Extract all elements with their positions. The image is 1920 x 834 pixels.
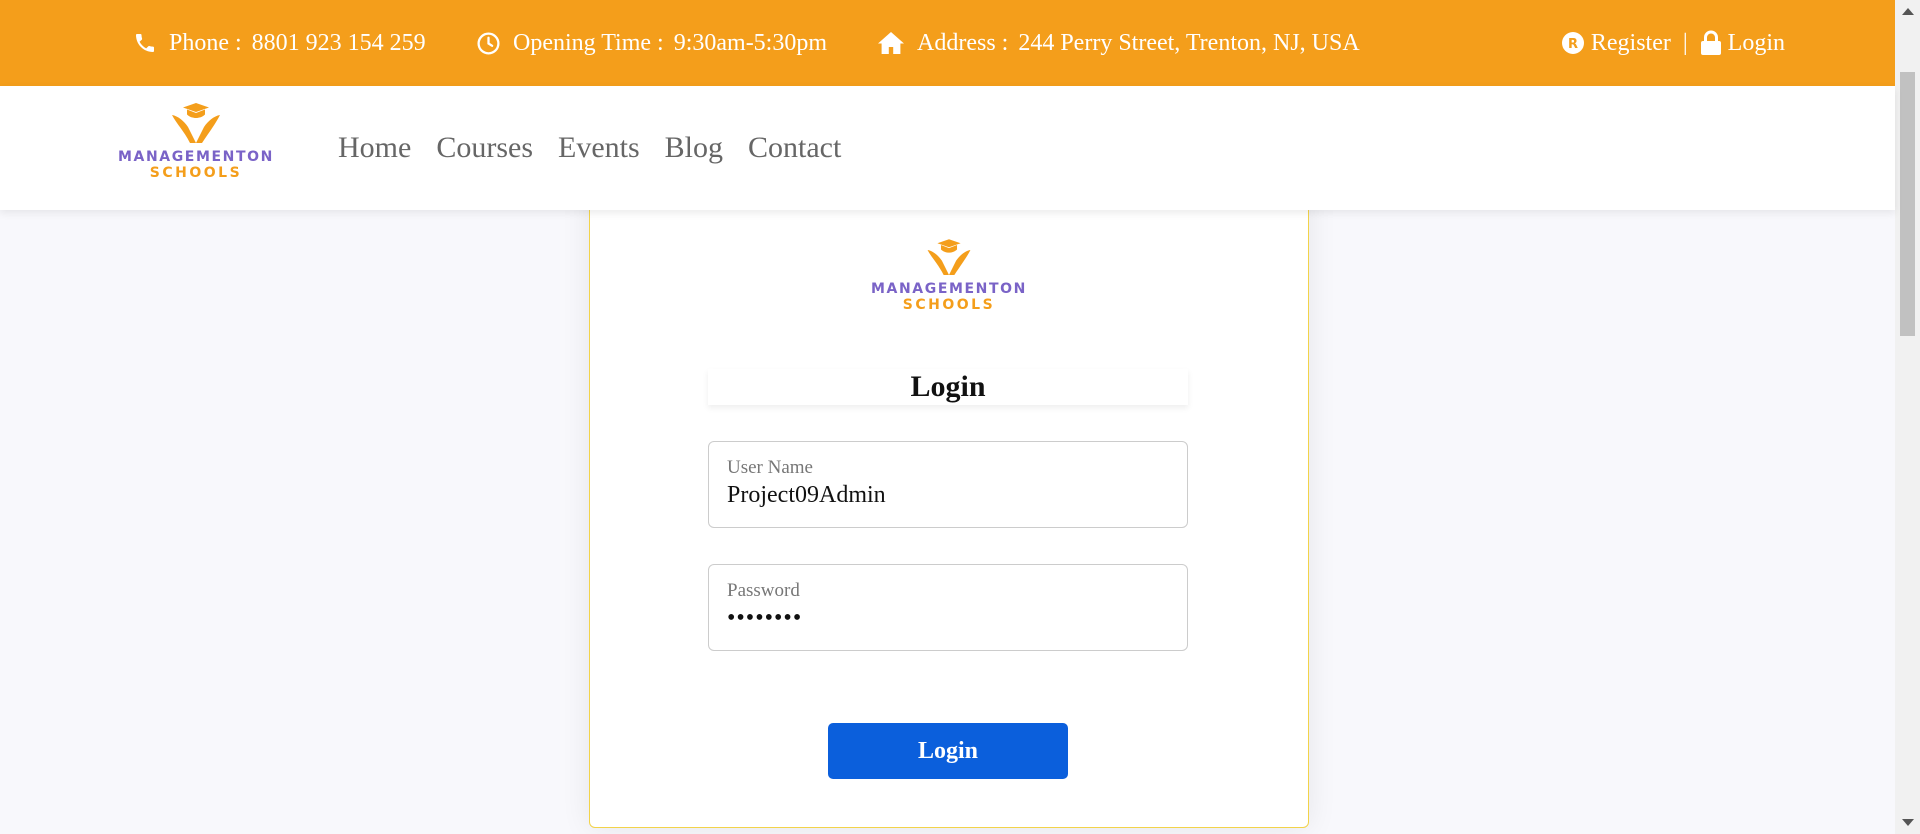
card-logo: MANAGEMENTON SCHOOLS — [590, 237, 1308, 313]
login-submit-button[interactable]: Login — [828, 723, 1068, 779]
top-info-bar: Phone : 8801 923 154 259 Opening Time : … — [0, 0, 1895, 86]
site-logo[interactable]: MANAGEMENTON SCHOOLS — [118, 101, 274, 181]
address-info: Address : 244 Perry Street, Trenton, NJ,… — [877, 0, 1360, 86]
nav-item-courses[interactable]: Courses — [436, 131, 533, 165]
logo-text-line1: MANAGEMENTON — [118, 149, 274, 165]
card-logo-text-line2: SCHOOLS — [902, 297, 996, 313]
username-input[interactable] — [727, 482, 1167, 509]
logo-text-line2: SCHOOLS — [149, 165, 243, 181]
auth-links: R Register | Login — [1561, 0, 1785, 86]
password-label: Password — [727, 580, 800, 601]
logo-emblem-icon — [927, 239, 971, 275]
registered-icon: R — [1561, 32, 1584, 54]
clock-icon — [477, 31, 500, 55]
nav-item-home[interactable]: Home — [338, 131, 411, 165]
phone-label: Phone : — [169, 29, 242, 56]
opening-time-value: 9:30am-5:30pm — [673, 29, 828, 56]
opening-time-info: Opening Time : 9:30am-5:30pm — [476, 0, 827, 86]
register-link[interactable]: R Register — [1561, 30, 1671, 57]
scroll-down-arrow-icon[interactable] — [1902, 819, 1914, 826]
register-label: Register — [1590, 29, 1671, 56]
nav-item-contact[interactable]: Contact — [748, 131, 841, 165]
page-scrollbar[interactable] — [1895, 0, 1920, 834]
address-label: Address : — [917, 29, 1009, 56]
password-input[interactable] — [727, 605, 1167, 632]
login-link[interactable]: Login — [1700, 30, 1785, 57]
home-icon — [878, 32, 904, 54]
password-field[interactable]: Password — [708, 564, 1188, 651]
login-title: Login — [708, 369, 1188, 405]
phone-value: 8801 923 154 259 — [251, 29, 426, 56]
auth-separator: | — [1682, 29, 1688, 56]
login-label: Login — [1727, 29, 1785, 56]
login-card: MANAGEMENTON SCHOOLS Login User Name Pas… — [589, 150, 1309, 828]
phone-icon — [136, 34, 154, 52]
scroll-up-arrow-icon[interactable] — [1902, 8, 1914, 15]
card-logo-text-line1: MANAGEMENTON — [871, 281, 1027, 297]
phone-info: Phone : 8801 923 154 259 — [133, 0, 426, 86]
scrollbar-thumb[interactable] — [1900, 72, 1915, 336]
main-nav: Home Courses Events Blog Contact — [338, 86, 866, 210]
username-field[interactable]: User Name — [708, 441, 1188, 528]
nav-item-events[interactable]: Events — [558, 131, 640, 165]
address-value: 244 Perry Street, Trenton, NJ, USA — [1018, 29, 1360, 56]
main-header: MANAGEMENTON SCHOOLS Home Courses Events… — [0, 86, 1895, 210]
opening-time-label: Opening Time : — [513, 29, 664, 56]
svg-text:R: R — [1568, 37, 1578, 52]
logo-emblem-icon — [171, 103, 220, 143]
nav-item-blog[interactable]: Blog — [665, 131, 723, 165]
username-label: User Name — [727, 457, 813, 478]
lock-icon — [1700, 30, 1721, 55]
